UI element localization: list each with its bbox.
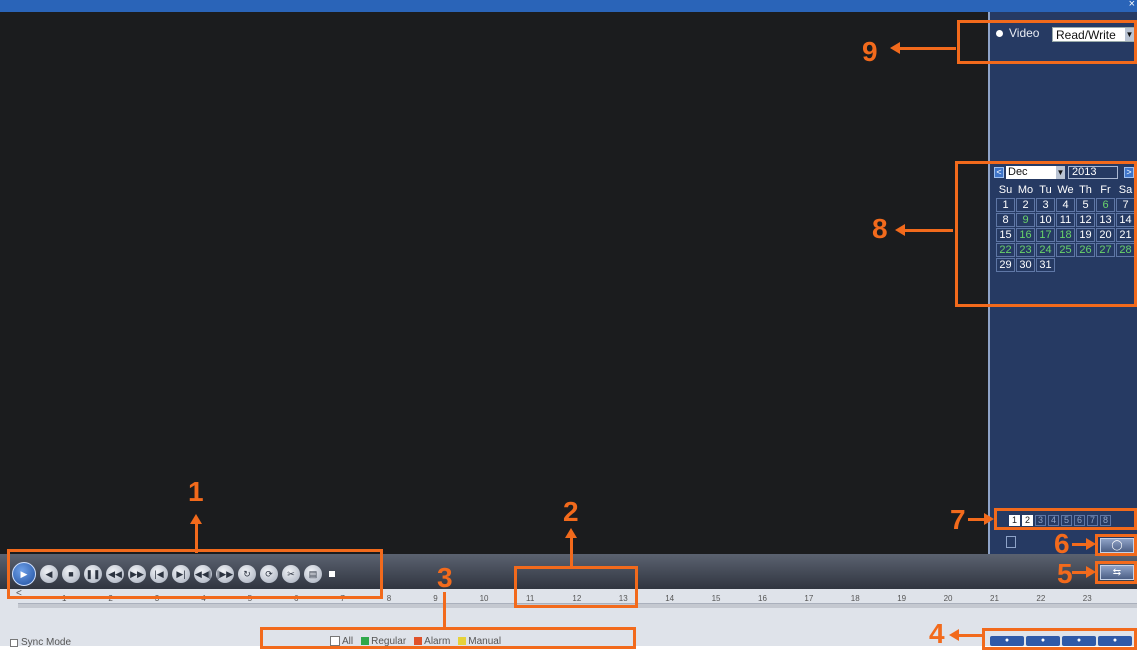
callout-3-arrow xyxy=(443,592,446,628)
callout-box-8 xyxy=(955,161,1137,307)
timeline-hour-label: 10 xyxy=(479,594,489,603)
arrow-left-icon xyxy=(890,42,900,54)
timeline-hour-label: 22 xyxy=(1036,594,1046,603)
arrow-right-icon xyxy=(1086,566,1096,578)
callout-5: 5 xyxy=(1057,558,1073,589)
callout-8-arrow xyxy=(905,229,953,232)
timeline-hour-label: 23 xyxy=(1082,594,1092,603)
callout-box-1 xyxy=(7,549,383,599)
callout-7-arrow xyxy=(968,518,984,521)
arrow-right-icon xyxy=(984,513,994,525)
callout-3: 3 xyxy=(437,562,453,593)
close-icon[interactable]: × xyxy=(1129,0,1135,10)
callout-box-5 xyxy=(1095,561,1137,584)
callout-4: 4 xyxy=(929,618,945,649)
sync-mode-label: Sync Mode xyxy=(21,637,72,648)
callout-4-arrow xyxy=(957,634,983,637)
callout-5-arrow xyxy=(1072,571,1086,574)
callout-box-9 xyxy=(957,20,1137,64)
callout-9: 9 xyxy=(862,36,878,67)
video-viewport[interactable] xyxy=(0,12,988,554)
timeline-hour-label: 21 xyxy=(990,594,999,603)
timeline-hour-label: 15 xyxy=(711,594,721,603)
timeline-hour-label: 17 xyxy=(804,594,814,603)
arrow-left-icon xyxy=(949,629,959,641)
callout-box-6 xyxy=(1095,534,1137,556)
arrow-up-icon xyxy=(565,528,577,538)
timeline-hour-label: 9 xyxy=(433,594,438,603)
callout-1: 1 xyxy=(188,476,204,507)
timeline-hour-label: 19 xyxy=(897,594,907,603)
arrow-right-icon xyxy=(1086,538,1096,550)
callout-6: 6 xyxy=(1054,528,1070,559)
callout-box-2 xyxy=(514,566,638,608)
callout-7: 7 xyxy=(950,504,966,535)
sync-mode-checkbox[interactable] xyxy=(10,638,18,647)
callout-2: 2 xyxy=(563,496,579,527)
callout-9-arrow xyxy=(900,47,956,50)
timeline-hour-label: 8 xyxy=(386,594,392,603)
sync-mode[interactable]: Sync Mode xyxy=(10,637,71,648)
arrow-left-icon xyxy=(895,224,905,236)
callout-8: 8 xyxy=(872,213,888,244)
title-bar: × xyxy=(0,0,1137,12)
callout-2-arrow xyxy=(570,537,573,568)
split-view-icon[interactable] xyxy=(1006,536,1016,548)
callout-box-7 xyxy=(994,508,1137,530)
callout-1-arrow xyxy=(195,523,198,553)
callout-box-4 xyxy=(982,628,1137,650)
timeline-hour-label: 18 xyxy=(850,594,860,603)
arrow-up-icon xyxy=(190,514,202,524)
timeline-hour-label: 20 xyxy=(943,594,953,603)
timeline-hour-label: 14 xyxy=(665,594,675,603)
callout-6-arrow xyxy=(1072,543,1086,546)
timeline-hour-label: 16 xyxy=(758,594,767,603)
